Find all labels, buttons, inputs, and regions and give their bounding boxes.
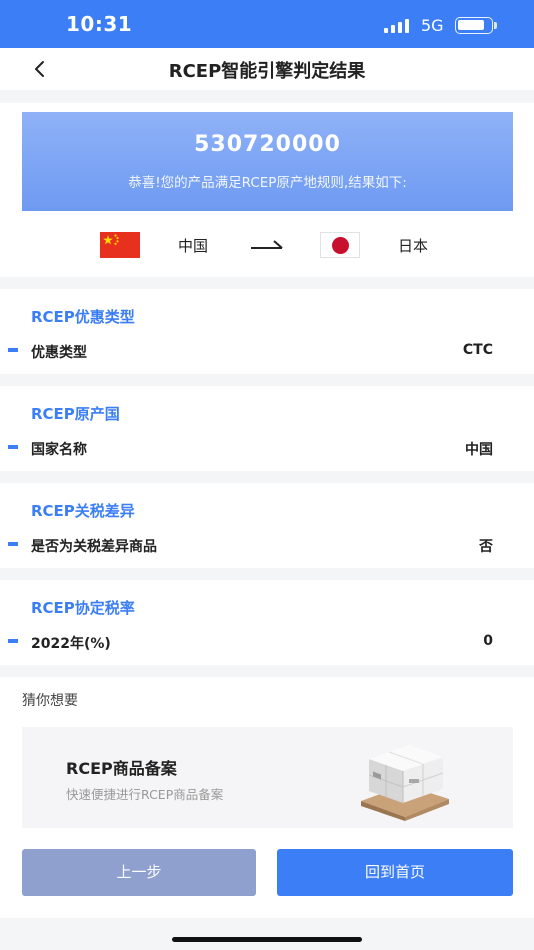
row-value: CTC <box>462 342 493 358</box>
recommendation-panel: 猜你想要 RCEP商品备案 快速便捷进行RCEP商品备案 上一步 回到首页 <box>0 677 534 918</box>
battery-icon <box>455 17 493 34</box>
section-title: RCEP关税差异 <box>31 502 135 520</box>
row-marker <box>8 445 18 449</box>
page-title: RCEP智能引擎判定结果 <box>168 61 366 82</box>
origin-country: 中国 <box>178 237 209 255</box>
row-value: 0 <box>483 633 493 649</box>
row-value: 中国 <box>465 442 493 458</box>
row-marker <box>8 639 18 643</box>
result-panel: 530720000 恭喜!您的产品满足RCEP原产地规则,结果如下: 中国 日本 <box>0 103 534 277</box>
status-time: 10:31 <box>66 12 133 36</box>
result-message: 恭喜!您的产品满足RCEP原产地规则,结果如下: <box>128 175 407 191</box>
section-preference-type: RCEP优惠类型 优惠类型 CTC <box>0 289 534 374</box>
section-tariff-difference: RCEP关税差异 是否为关税差异商品 否 <box>0 483 534 568</box>
result-banner: 530720000 恭喜!您的产品满足RCEP原产地规则,结果如下: <box>22 112 513 211</box>
row-label: 2022年(%) <box>31 636 111 652</box>
back-to-home-button[interactable]: 回到首页 <box>277 849 513 896</box>
row-label: 国家名称 <box>31 442 87 458</box>
boxes-pallet-icon <box>361 745 449 821</box>
card-subtitle: 快速便捷进行RCEP商品备案 <box>66 787 224 802</box>
nav-bar: RCEP智能引擎判定结果 <box>0 48 534 90</box>
row-label: 优惠类型 <box>31 345 87 361</box>
section-origin-country: RCEP原产国 国家名称 中国 <box>0 386 534 471</box>
card-title: RCEP商品备案 <box>66 759 177 778</box>
row-marker <box>8 542 18 546</box>
arrow-right-icon <box>251 240 283 249</box>
home-indicator <box>172 937 362 942</box>
signal-icon <box>384 19 412 33</box>
row-label: 是否为关税差异商品 <box>31 539 157 555</box>
section-title: RCEP协定税率 <box>31 599 135 617</box>
row-marker <box>8 348 18 352</box>
product-filing-card[interactable]: RCEP商品备案 快速便捷进行RCEP商品备案 <box>22 727 513 828</box>
japan-flag-icon <box>320 232 360 258</box>
status-bar: 10:31 5G <box>0 0 534 48</box>
hs-code: 530720000 <box>194 132 341 157</box>
section-agreement-rate: RCEP协定税率 2022年(%) 0 <box>0 580 534 665</box>
china-flag-icon <box>100 232 140 258</box>
section-title: RCEP原产国 <box>31 405 120 423</box>
row-value: 否 <box>479 539 493 555</box>
recommendation-title: 猜你想要 <box>22 693 78 709</box>
section-title: RCEP优惠类型 <box>31 308 135 326</box>
destination-country: 日本 <box>398 237 429 255</box>
network-label: 5G <box>421 16 444 35</box>
previous-step-button[interactable]: 上一步 <box>22 849 256 896</box>
